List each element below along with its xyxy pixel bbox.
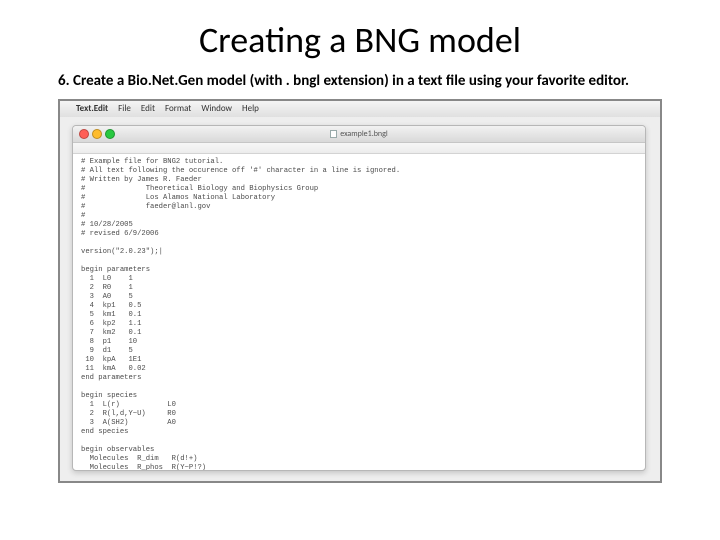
menu-help[interactable]: Help <box>242 103 259 114</box>
minimize-icon[interactable] <box>92 129 102 139</box>
desktop-area: example1.bngl # Example file for BNG2 tu… <box>60 117 660 481</box>
zoom-icon[interactable] <box>105 129 115 139</box>
editor-area[interactable]: # Example file for BNG2 tutorial. # All … <box>73 154 645 470</box>
code-content[interactable]: # Example file for BNG2 tutorial. # All … <box>81 158 637 470</box>
window-filename: example1.bngl <box>340 129 388 139</box>
screenshot-frame: Text.Edit File Edit Format Window Help e… <box>58 99 662 483</box>
window-traffic-lights <box>79 129 115 139</box>
window-titlebar[interactable]: example1.bngl <box>73 126 645 143</box>
menu-edit[interactable]: Edit <box>141 103 155 114</box>
slide-title: Creating a BNG model <box>0 18 720 62</box>
close-icon[interactable] <box>79 129 89 139</box>
menubar-app-name[interactable]: Text.Edit <box>76 103 108 114</box>
window-title: example1.bngl <box>73 129 645 139</box>
menu-file[interactable]: File <box>118 103 131 114</box>
window-toolbar <box>73 143 645 154</box>
slide-instruction: 6. Create a Bio.Net.Gen model (with . bn… <box>58 72 662 91</box>
menu-window[interactable]: Window <box>201 103 232 114</box>
editor-window: example1.bngl # Example file for BNG2 tu… <box>72 125 646 471</box>
document-icon <box>330 130 337 138</box>
mac-menubar: Text.Edit File Edit Format Window Help <box>60 101 660 118</box>
menu-format[interactable]: Format <box>165 103 191 114</box>
